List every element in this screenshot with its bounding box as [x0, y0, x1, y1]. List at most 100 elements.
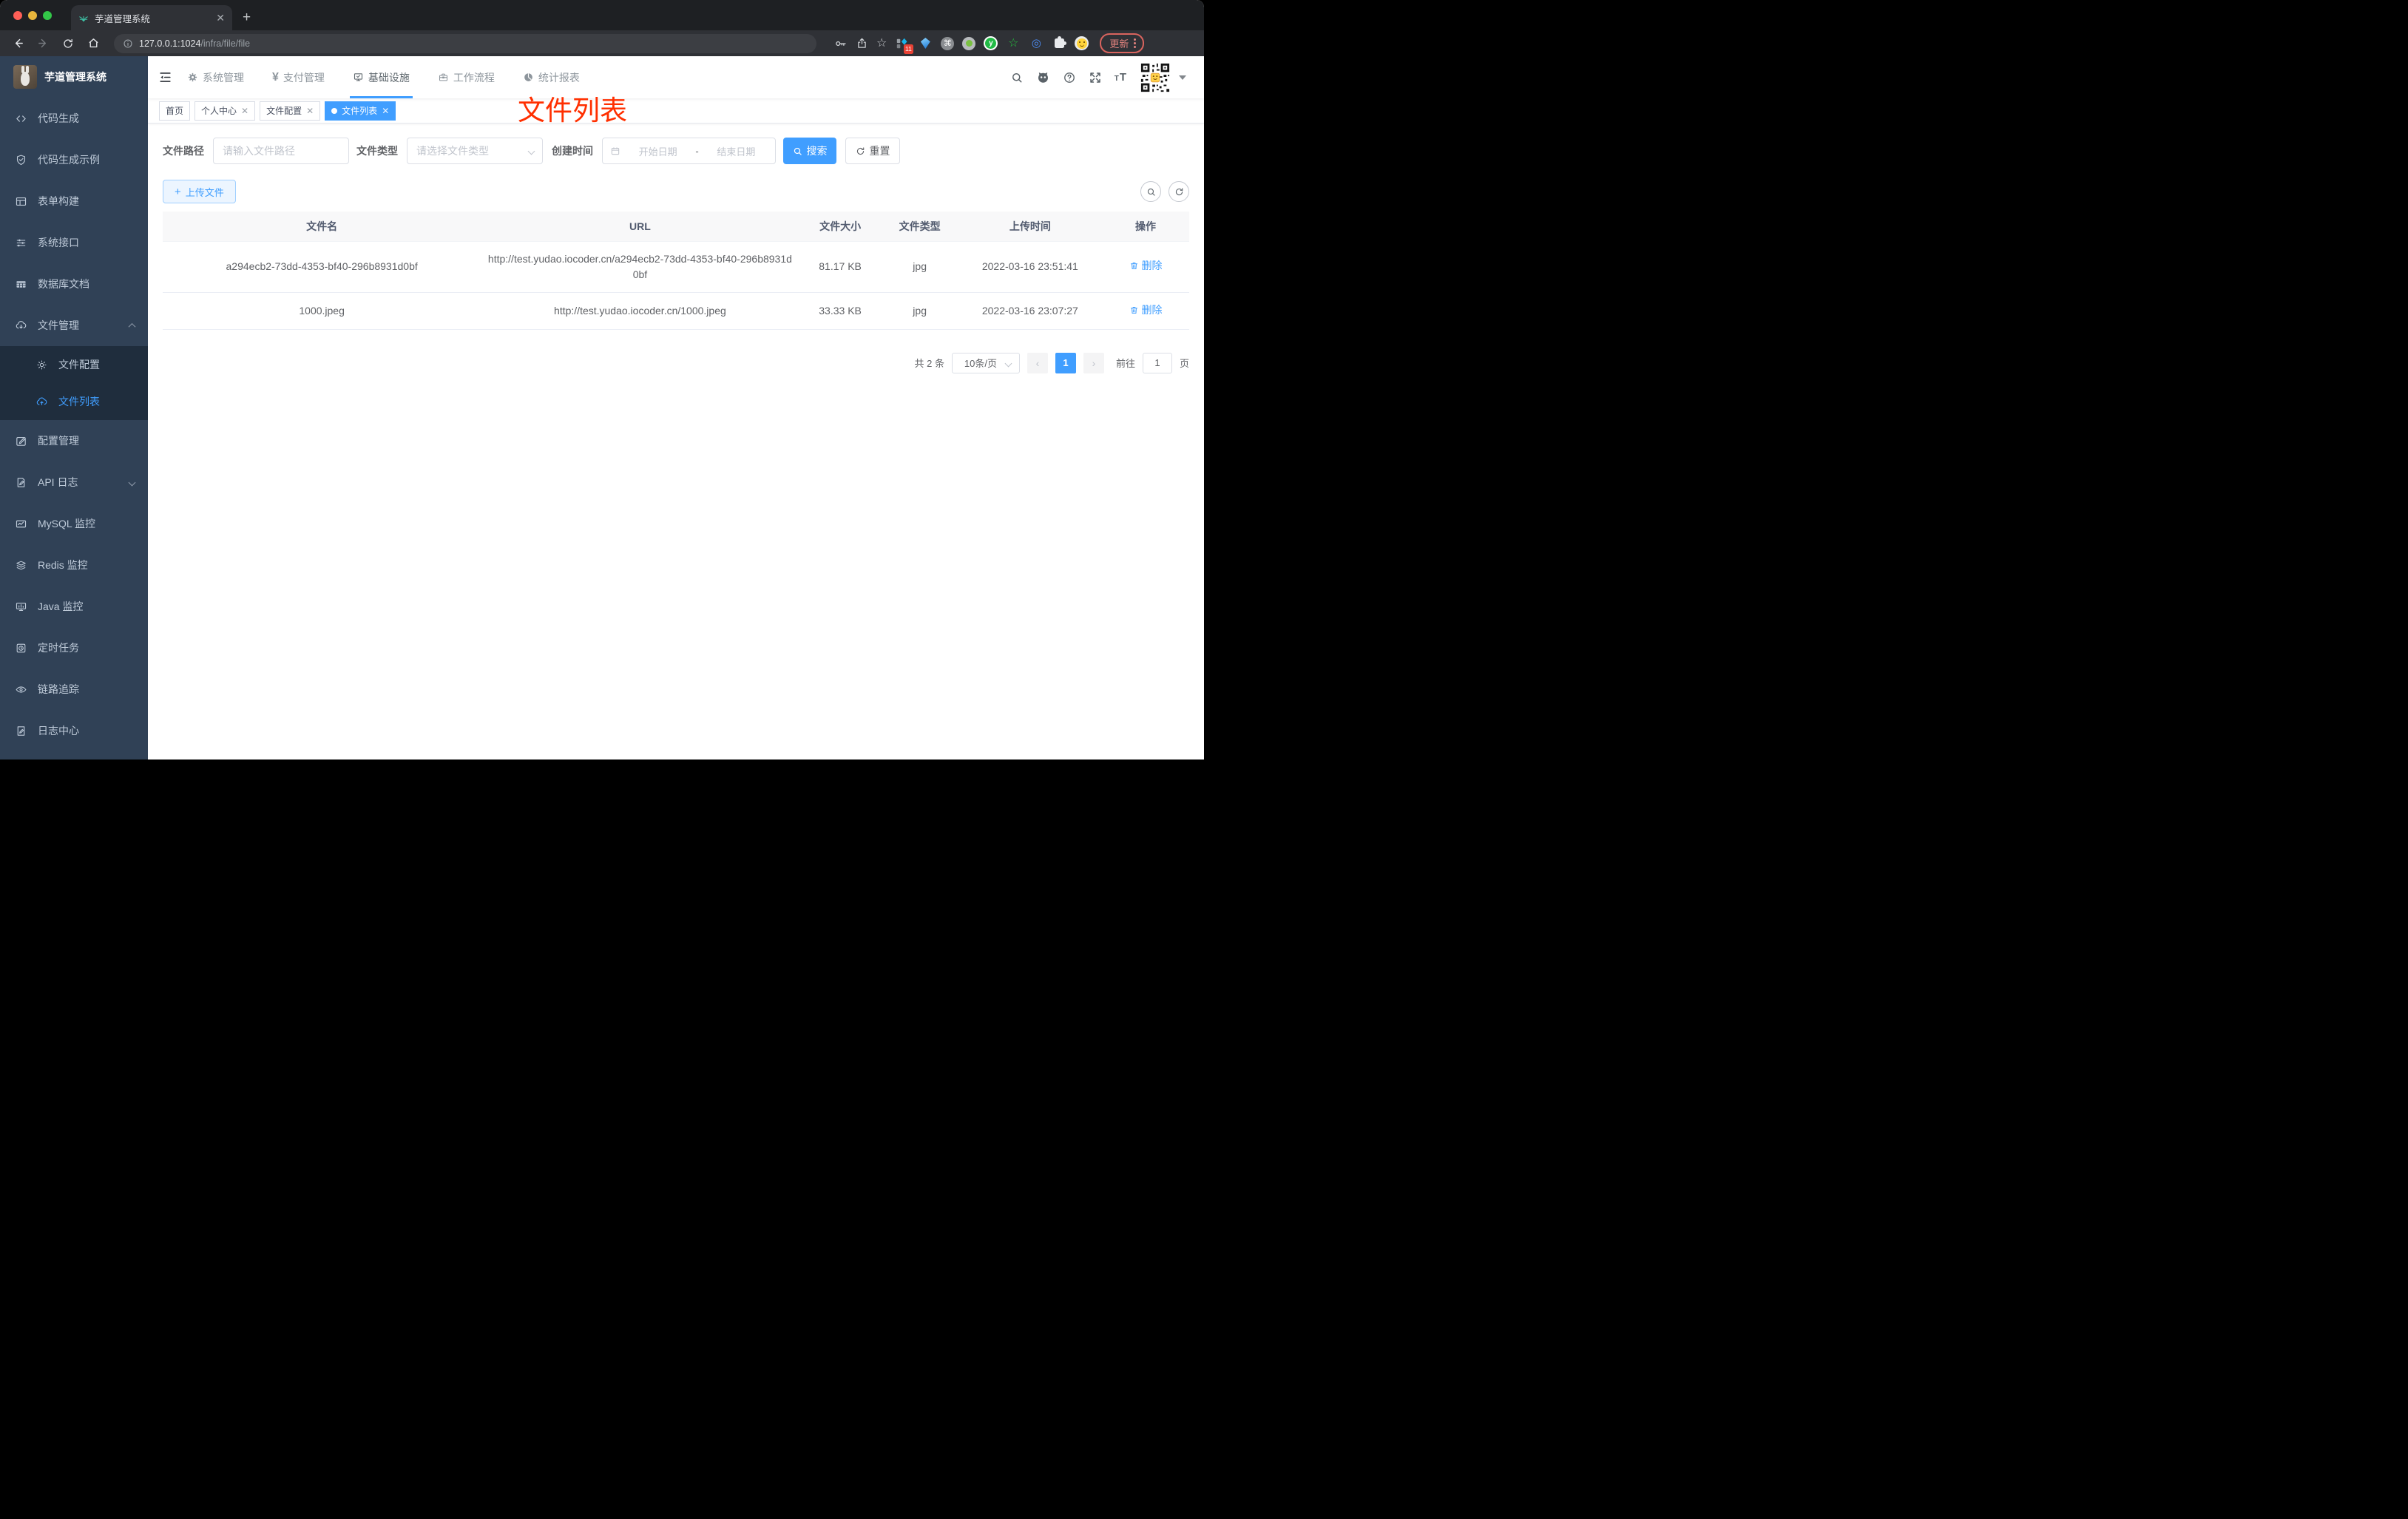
cell-file-name: 1000.jpeg: [163, 292, 481, 330]
new-tab-button[interactable]: +: [243, 5, 251, 30]
file-path-input[interactable]: [213, 138, 349, 164]
sidebar-item-cron-job[interactable]: 定时任务: [0, 627, 148, 669]
extension-gem-icon[interactable]: [918, 36, 933, 51]
app-root: 芋道管理系统 代码生成 代码生成示例 表单构建 系统接口 数据库文档 文件管理 …: [0, 56, 1204, 760]
topnav-item-workflow[interactable]: 工作流程: [438, 56, 495, 98]
sidebar-collapse-icon[interactable]: [158, 70, 172, 84]
cell-url: http://test.yudao.iocoder.cn/a294ecb2-73…: [481, 240, 799, 293]
sidebar-item-code-example[interactable]: 代码生成示例: [0, 139, 148, 180]
sidebar-item-file-list[interactable]: 文件列表: [0, 383, 148, 420]
browser-window: 芋道管理系统 ✕ + 127.0.0.1:1024/infra/file/fil…: [0, 0, 1204, 760]
font-size-icon[interactable]: TT: [1115, 71, 1127, 84]
briefcase-icon: [439, 73, 447, 81]
tag-file-list[interactable]: 文件列表 ✕: [325, 101, 396, 121]
tab-close-icon[interactable]: ✕: [216, 12, 225, 24]
topnav-item-infrastructure[interactable]: 基础设施: [349, 56, 413, 98]
minimize-window-button[interactable]: [28, 10, 37, 20]
current-page-button[interactable]: 1: [1055, 352, 1076, 373]
cell-file-size: 33.33 KB: [799, 292, 882, 330]
url-text: 127.0.0.1:1024/infra/file/file: [139, 38, 250, 49]
search-icon[interactable]: [1010, 71, 1024, 84]
page-size-select[interactable]: 10条/页: [951, 352, 1020, 373]
tags-view-bar: 首页 个人中心 ✕ 文件配置 ✕ 文件列表 ✕: [148, 98, 1204, 124]
site-info-icon[interactable]: [123, 38, 133, 49]
share-icon[interactable]: [856, 37, 868, 50]
sidebar-item-db-doc[interactable]: 数据库文档: [0, 263, 148, 305]
sidebar: 芋道管理系统 代码生成 代码生成示例 表单构建 系统接口 数据库文档 文件管理 …: [0, 56, 148, 760]
topnav-item-system[interactable]: 系统管理: [187, 56, 244, 98]
extension-target-icon[interactable]: ◎: [1029, 36, 1044, 51]
prev-page-button[interactable]: ‹: [1027, 352, 1048, 373]
home-icon[interactable]: [83, 34, 104, 53]
cell-upload-time: 2022-03-16 23:51:41: [958, 240, 1102, 293]
sidebar-item-file-management[interactable]: 文件管理: [0, 305, 148, 346]
extension-dot-icon[interactable]: [962, 36, 976, 50]
sliders-icon: [16, 239, 26, 246]
tag-home[interactable]: 首页: [159, 101, 191, 121]
reload-icon[interactable]: [58, 34, 78, 53]
help-icon[interactable]: [1063, 71, 1076, 84]
topnav-item-payment[interactable]: ¥ 支付管理: [272, 56, 325, 98]
yen-icon: ¥: [272, 70, 279, 84]
bookmark-star-icon[interactable]: ☆: [876, 37, 887, 50]
fullscreen-icon[interactable]: [1089, 71, 1102, 84]
reset-button[interactable]: 重置: [845, 138, 900, 164]
sidebar-item-java-monitor[interactable]: Java 监控: [0, 586, 148, 627]
password-key-icon[interactable]: [834, 37, 848, 50]
date-separator: -: [695, 145, 699, 157]
sidebar-item-form-builder[interactable]: 表单构建: [0, 180, 148, 222]
upload-file-button[interactable]: + 上传文件: [163, 180, 236, 203]
refresh-table-button[interactable]: [1169, 181, 1189, 202]
address-bar[interactable]: 127.0.0.1:1024/infra/file/file: [114, 33, 816, 53]
cell-file-type: jpg: [881, 292, 958, 330]
date-range-picker[interactable]: 开始日期 - 结束日期: [602, 138, 776, 164]
table-header-row: 文件名 URL 文件大小 文件类型 上传时间 操作: [163, 212, 1189, 241]
extension-command-icon[interactable]: ⌘: [941, 36, 955, 50]
delete-button[interactable]: 删除: [1129, 302, 1163, 318]
close-window-button[interactable]: [13, 10, 22, 20]
forward-icon[interactable]: [33, 34, 53, 53]
table-row: a294ecb2-73dd-4353-bf40-296b8931d0bf htt…: [163, 240, 1189, 293]
search-button[interactable]: 搜索: [783, 138, 836, 164]
tag-profile[interactable]: 个人中心 ✕: [195, 101, 256, 121]
sidebar-item-mysql-monitor[interactable]: MySQL 监控: [0, 503, 148, 544]
header-file-name: 文件名: [163, 212, 481, 241]
extension-pin-icon[interactable]: 11: [895, 36, 914, 54]
avatar[interactable]: [1140, 61, 1171, 93]
tag-file-config[interactable]: 文件配置 ✕: [260, 101, 321, 121]
favicon-sprout-icon: [78, 13, 89, 23]
close-icon[interactable]: ✕: [241, 106, 248, 116]
scheduled-task-icon: [16, 643, 26, 652]
delete-button[interactable]: 删除: [1129, 258, 1163, 274]
browser-menu-kebab-icon[interactable]: [1134, 38, 1137, 48]
file-type-select[interactable]: 请选择文件类型: [407, 138, 543, 164]
sidebar-item-api-log[interactable]: API 日志: [0, 461, 148, 503]
extension-y-icon[interactable]: y: [984, 36, 998, 50]
next-page-button[interactable]: ›: [1083, 352, 1104, 373]
sidebar-item-redis-monitor[interactable]: Redis 监控: [0, 544, 148, 586]
avatar-caret-icon[interactable]: [1179, 75, 1186, 80]
sidebar-item-trace[interactable]: 链路追踪: [0, 669, 148, 710]
cell-upload-time: 2022-03-16 23:07:27: [958, 292, 1102, 330]
app-logo[interactable]: 芋道管理系统: [0, 56, 148, 98]
sidebar-item-log-center[interactable]: 日志中心: [0, 710, 148, 751]
github-icon[interactable]: [1036, 70, 1050, 84]
file-management-submenu: 文件配置 文件列表: [0, 346, 148, 420]
profile-emoji-icon[interactable]: [1075, 36, 1089, 50]
goto-page-input[interactable]: [1142, 352, 1172, 373]
maximize-window-button[interactable]: [43, 10, 52, 20]
toggle-search-button[interactable]: [1140, 181, 1161, 202]
close-icon[interactable]: ✕: [306, 106, 314, 116]
sidebar-item-system-api[interactable]: 系统接口: [0, 222, 148, 263]
back-icon[interactable]: [7, 34, 28, 53]
sidebar-item-file-config[interactable]: 文件配置: [0, 346, 148, 383]
browser-update-button[interactable]: 更新: [1100, 33, 1145, 53]
browser-tab[interactable]: 芋道管理系统 ✕: [71, 5, 232, 30]
sidebar-item-config-management[interactable]: 配置管理: [0, 420, 148, 461]
extensions-puzzle-icon[interactable]: [1052, 36, 1066, 51]
sidebar-item-code-generation[interactable]: 代码生成: [0, 98, 148, 139]
extension-star-icon[interactable]: ☆: [1006, 36, 1021, 51]
close-icon[interactable]: ✕: [382, 106, 389, 116]
header-file-type: 文件类型: [881, 212, 958, 241]
cell-file-size: 81.17 KB: [799, 240, 882, 293]
